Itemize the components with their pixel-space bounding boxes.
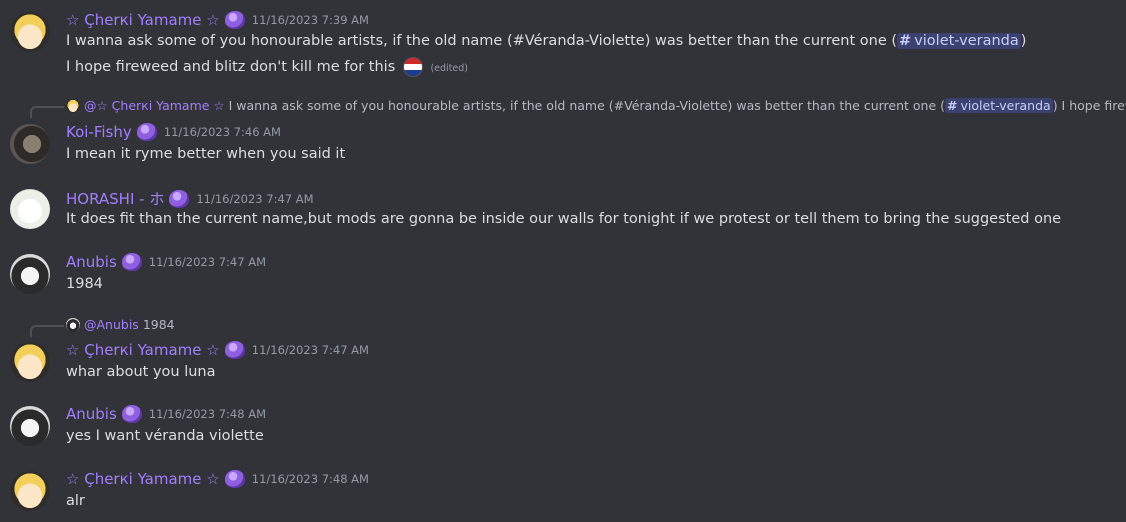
message-text: whar about you luna — [66, 364, 216, 380]
timestamp: 11/16/2023 7:47 AM — [251, 343, 369, 357]
timestamp: 11/16/2023 7:48 AM — [148, 407, 266, 421]
message-text: I mean it ryme better when you said it — [66, 146, 346, 162]
channel-mention[interactable]: # violet-veranda — [945, 98, 1053, 113]
avatar[interactable] — [10, 342, 50, 382]
timestamp: 11/16/2023 7:39 AM — [251, 13, 369, 27]
message-text: yes I want véranda violette — [66, 428, 264, 444]
purple-slime-badge-icon — [224, 470, 245, 488]
message-text: It does fit than the current name,but mo… — [66, 211, 1062, 227]
username[interactable]: Anubis — [66, 405, 117, 423]
message-content: I wanna ask some of you honourable artis… — [66, 33, 1027, 49]
purple-slime-badge-icon — [136, 123, 157, 141]
message-text: 1984 — [66, 276, 103, 292]
reply-avatar — [66, 98, 80, 113]
reply-text: 1984 — [142, 317, 175, 332]
timestamp: 11/16/2023 7:47 AM — [148, 255, 266, 269]
username[interactable]: Anubis — [66, 253, 117, 271]
purple-slime-badge-icon — [169, 189, 190, 208]
flag-emoji — [402, 57, 423, 77]
channel-hash-icon: # — [947, 98, 958, 113]
reply-author[interactable]: @☆ Çherкi Yamame ☆ — [84, 98, 225, 113]
timestamp: 11/16/2023 7:46 AM — [163, 125, 281, 139]
reply-avatar — [66, 317, 80, 332]
message-text: I wanna ask some of you honourable artis… — [66, 33, 898, 49]
timestamp: 11/16/2023 7:48 AM — [251, 472, 369, 486]
avatar[interactable] — [10, 406, 50, 446]
username[interactable]: ☆ Çherкi Yamame ☆ — [66, 341, 220, 359]
purple-slime-badge-icon — [121, 253, 142, 271]
avatar[interactable] — [10, 124, 50, 164]
reply-preview[interactable]: @☆ Çherкi Yamame ☆ I wanna ask some of y… — [66, 98, 1126, 113]
purple-slime-badge-icon — [121, 405, 142, 423]
reply-text: I wanna ask some of you honourable artis… — [228, 98, 1126, 113]
reply-preview[interactable]: @Anubis 1984 — [66, 317, 175, 332]
edited-label: (edited) — [430, 63, 468, 74]
avatar[interactable] — [10, 254, 50, 294]
message-text: alr — [66, 493, 85, 509]
purple-slime-badge-icon — [224, 11, 245, 29]
purple-slime-badge-icon — [224, 341, 245, 359]
avatar[interactable] — [10, 471, 50, 511]
username[interactable]: ☆ Çherкi Yamame ☆ — [66, 470, 220, 488]
channel-mention[interactable]: # violet-veranda — [897, 33, 1021, 49]
timestamp: 11/16/2023 7:47 AM — [196, 191, 314, 206]
reply-spine — [30, 325, 64, 337]
reply-author[interactable]: @Anubis — [84, 317, 139, 332]
channel-hash-icon: # — [899, 33, 912, 49]
message-text: I hope fireweed and blitz don't kill me … — [66, 59, 396, 75]
avatar[interactable] — [10, 189, 50, 229]
message-content: I hope fireweed and blitz don't kill me … — [66, 57, 468, 77]
reply-spine — [30, 106, 64, 118]
username[interactable]: ☆ Çherкi Yamame ☆ — [66, 11, 220, 29]
username[interactable]: HORASHI - ホ — [66, 188, 164, 209]
avatar[interactable] — [10, 12, 50, 52]
username[interactable]: Koi-Fishy — [66, 123, 132, 141]
